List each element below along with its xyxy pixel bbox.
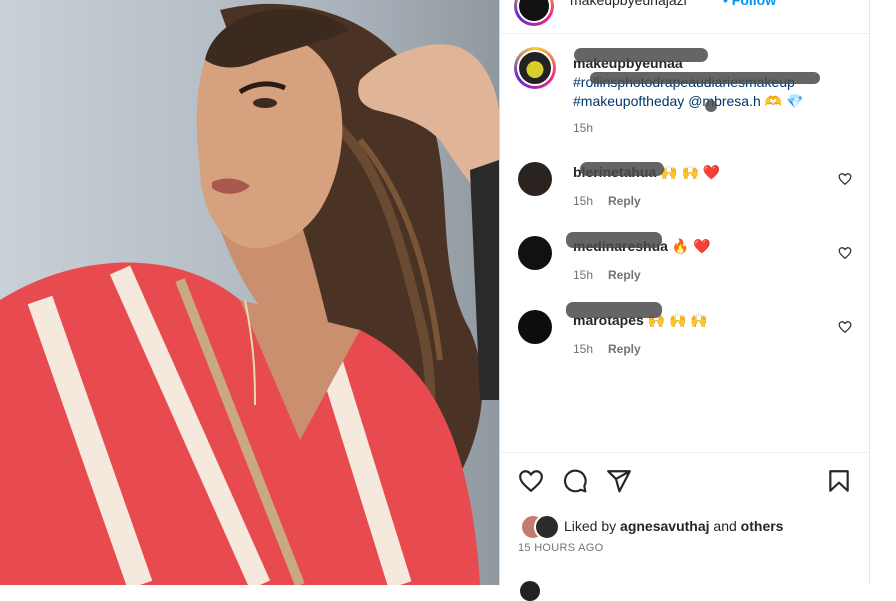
reply-button[interactable]: Reply [608, 342, 641, 356]
comment-item: medinareshua 🔥 ❤️ 15h Reply [500, 232, 870, 296]
author-username[interactable]: makeupbyeunajazi [570, 0, 687, 8]
commenter-avatar[interactable] [518, 236, 552, 270]
post-detail-panel: makeupbyeunajazi • Follow ••• makeupbyeu… [499, 0, 870, 601]
author-avatar[interactable] [514, 0, 554, 26]
comment-like-heart-icon[interactable] [838, 246, 852, 260]
comment-like-heart-icon[interactable] [838, 320, 852, 334]
liked-by-avatars[interactable] [520, 514, 562, 540]
comment-item: blerinetahua 🙌 🙌 ❤️ 15h Reply [500, 162, 870, 222]
heart-icon[interactable] [518, 468, 544, 494]
post-photo[interactable] [0, 0, 499, 585]
current-user-avatar [520, 581, 540, 601]
bookmark-icon[interactable] [826, 468, 852, 494]
caption-mention[interactable]: @mbresa.h [688, 93, 761, 109]
comment-time: 15h [573, 342, 594, 356]
follow-button[interactable]: • Follow [723, 0, 776, 8]
reply-button[interactable]: Reply [608, 268, 641, 282]
commenter-avatar[interactable] [518, 162, 552, 196]
commenter-avatar[interactable] [518, 310, 552, 344]
liked-by-user[interactable]: agnesavuthaj [620, 518, 709, 534]
caption-avatar[interactable] [514, 47, 556, 89]
comment-like-heart-icon[interactable] [838, 172, 852, 186]
liked-by-others[interactable]: others [741, 518, 784, 534]
page-scrollbar[interactable] [869, 0, 896, 585]
more-icon[interactable]: ••• [828, 0, 850, 7]
post-actions: Liked by agnesavuthaj and others 15 HOUR… [500, 452, 870, 601]
caption-emoji: 🫶 💎 [764, 93, 804, 109]
post-timestamp: 15 HOURS AGO [518, 542, 604, 554]
comment-text: 🙌 🙌 ❤️ [660, 164, 721, 180]
comment-time: 15h [573, 268, 594, 282]
portrait-illustration [0, 3, 499, 585]
share-icon[interactable] [606, 468, 632, 494]
comment-text: 🔥 ❤️ [671, 238, 711, 254]
caption-time: 15h [573, 121, 594, 135]
liked-by-text: Liked by agnesavuthaj and others [564, 518, 784, 534]
reply-button[interactable]: Reply [608, 194, 641, 208]
comment-item: marotapes 🙌 🙌 🙌 15h Reply [500, 302, 870, 370]
comment-time: 15h [573, 194, 594, 208]
post-header: makeupbyeunajazi • Follow ••• [500, 0, 870, 34]
comment-icon[interactable] [562, 468, 588, 494]
